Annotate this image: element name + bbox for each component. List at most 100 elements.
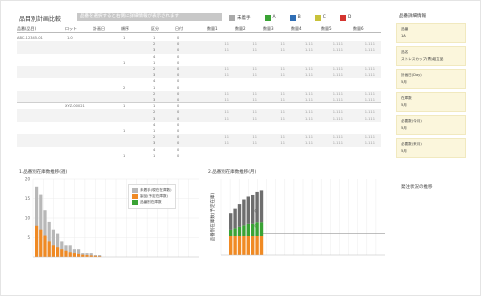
table-cell: 11: [252, 73, 257, 78]
bar-orange: [81, 254, 85, 257]
table-cell: 0: [177, 36, 180, 40]
table-cell: 1.111: [364, 42, 375, 47]
table-cell: 11: [280, 42, 285, 47]
table-cell: 0: [177, 116, 180, 121]
stacked-bar-segment: [237, 236, 242, 255]
table-cell: 11: [252, 110, 257, 115]
table-cell: 11: [252, 48, 257, 53]
legend-label: 品番別在庫数: [140, 200, 162, 204]
table-cell: 1.11: [304, 67, 313, 71]
table-cell: 11: [224, 141, 229, 146]
group-sub-label: 1.0: [67, 36, 73, 40]
status-legend: 未着手 A B C D: [229, 13, 351, 22]
plan-table: 品番(品目) ロット 計画日 順序 区分 日付 数量1 数量2 数量3 数量4 数量5 数量6 110…: [17, 25, 381, 159]
table-cell: 1.111: [332, 48, 343, 53]
table-cell: 11: [224, 67, 229, 71]
column-header[interactable]: ロット: [65, 26, 77, 32]
detail-panel-title: 品番詳細情報: [399, 14, 426, 19]
table-cell: 1.111: [332, 135, 343, 140]
table-cell: 1.111: [364, 91, 375, 96]
page-title: 品目別計画比較: [19, 16, 62, 23]
stacked-bar-segment: [259, 190, 264, 223]
column-header[interactable]: 数量3: [263, 26, 274, 32]
detail-card[interactable]: 必要数(来月) 5月: [396, 138, 466, 158]
table-cell: 1: [153, 104, 156, 109]
detail-card-key: 必要数(今月): [401, 119, 422, 123]
column-header[interactable]: 区分: [151, 26, 159, 32]
table-cell: 1.111: [364, 67, 375, 71]
detail-card-value: 5月: [401, 149, 407, 153]
table-cell: 3: [153, 141, 156, 146]
table-cell: 0: [177, 122, 180, 127]
chart2: 40 20 品番別在庫数(予定在庫): [201, 175, 389, 261]
y-tick-label: 10: [25, 216, 31, 221]
table-cell: 2: [153, 42, 156, 47]
stacked-bar-segment: [233, 208, 237, 229]
stacked-bar-segment: [242, 236, 246, 255]
table-cell: 1.111: [332, 116, 343, 121]
legend-item-2[interactable]: B: [289, 13, 301, 22]
detail-card[interactable]: 品名 ストレスカップ(青)組立品: [396, 46, 466, 66]
column-header[interactable]: 日付: [175, 26, 183, 32]
table-cell: 0: [177, 135, 180, 140]
table-cell: 2: [123, 85, 126, 90]
chart1-legend-item[interactable]: 品番別在庫数: [132, 200, 172, 205]
stacked-bar-segment: [229, 236, 233, 255]
column-header[interactable]: 計画日: [93, 26, 105, 32]
table-cell: 1: [123, 60, 126, 65]
table-cell: 11: [224, 135, 229, 140]
y-tick-label: 20: [25, 177, 31, 182]
legend-swatch: [289, 14, 296, 21]
table-cell: 1.11: [304, 116, 313, 121]
detail-card[interactable]: 品番 1A: [396, 23, 466, 43]
column-header[interactable]: 順序: [121, 26, 129, 32]
order-status-label: 発注状況の推移: [401, 185, 433, 190]
table-cell: 2: [153, 67, 156, 71]
stacked-bar-segment: [255, 236, 259, 255]
column-header[interactable]: 数量4: [291, 26, 302, 32]
detail-card[interactable]: 在庫数 5月: [396, 92, 466, 112]
table-cell: 0: [177, 147, 180, 152]
table-cell: 2: [153, 91, 156, 96]
column-header[interactable]: 数量1: [207, 26, 218, 32]
group-label[interactable]: ABC-12345-01: [17, 35, 43, 41]
chart1-legend-item[interactable]: 未着手(現在在庫数): [132, 188, 172, 193]
stacked-bar-segment: [251, 236, 255, 255]
table-cell: 1.111: [332, 91, 343, 96]
stacked-bar-segment: [233, 236, 237, 255]
info-banner: 品番を選択すると右側に詳細情報が表示されます: [77, 13, 222, 21]
legend-item-4[interactable]: D: [339, 13, 351, 22]
table-cell: 0: [177, 60, 180, 65]
detail-card[interactable]: 計画日(Day) 5月: [396, 69, 466, 89]
table-cell: 0: [177, 85, 180, 90]
table-cell: 1: [153, 153, 156, 158]
table-cell: 1.11: [304, 73, 313, 78]
table-cell: 1.111: [364, 116, 375, 121]
detail-card-key: 必要数(来月): [401, 142, 422, 146]
legend-item-0[interactable]: 未着手: [229, 13, 251, 22]
y-tick-label: 15: [25, 196, 31, 201]
detail-card-key: 計画日(Day): [401, 73, 422, 77]
column-header[interactable]: 数量2: [235, 26, 246, 32]
detail-card[interactable]: 必要数(今月) 5月: [396, 115, 466, 135]
table-cell: 0: [177, 153, 180, 158]
stacked-bar-segment: [246, 196, 250, 224]
column-header[interactable]: 数量6: [353, 26, 364, 32]
chart1-legend: 未着手(現在在庫数) 製品(予定在庫数) 品番別在庫数: [128, 184, 176, 209]
table-cell: 11: [224, 91, 229, 96]
column-header[interactable]: 数量5: [321, 26, 332, 32]
table-cell: 1: [153, 60, 156, 65]
table-cell: 0: [177, 110, 180, 115]
column-header[interactable]: 品番(品目): [17, 26, 36, 32]
legend-item-1[interactable]: A: [264, 13, 276, 22]
app-window: 品目別計画比較 品番を選択すると右側に詳細情報が表示されます 未着手 A B C…: [0, 0, 481, 296]
bar-orange: [56, 247, 60, 257]
table-cell: 2: [153, 135, 156, 140]
chart1-legend-item[interactable]: 製品(予定在庫数): [132, 194, 172, 199]
legend-item-3[interactable]: C: [314, 13, 326, 22]
stacked-bar-segment: [255, 222, 259, 236]
legend-swatch: [339, 14, 346, 21]
stacked-bar-segment: [259, 222, 264, 236]
table-cell: 1.111: [332, 110, 343, 115]
group-label[interactable]: XYZ-00021: [65, 103, 85, 109]
